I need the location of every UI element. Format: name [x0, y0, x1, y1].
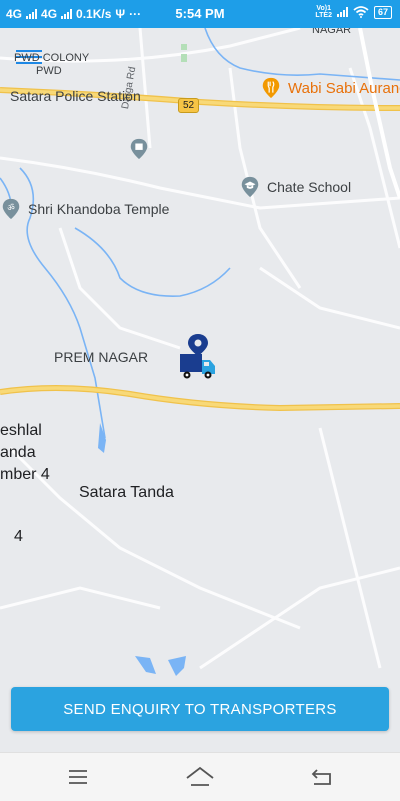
status-right: Vo)1 LTE2 67	[315, 5, 392, 19]
volte-bottom: LTE2	[315, 12, 332, 19]
send-enquiry-button[interactable]: SEND ENQUIRY TO TRANSPORTERS	[11, 687, 389, 731]
poi-school-label: Chate School	[267, 179, 352, 195]
volte-indicator: Vo)1 LTE2	[315, 5, 332, 19]
svg-text:ॐ: ॐ	[7, 202, 15, 212]
volte-top: Vo)1	[316, 5, 331, 12]
map-label-nagar: NAGAR	[312, 28, 352, 36]
poi-temple[interactable]: ॐ Shri Khandoba Temple	[0, 198, 169, 220]
signal-icon	[336, 7, 348, 17]
poi-restaurant-label: Wabi Sabi Auranc	[288, 79, 400, 97]
temple-icon: ॐ	[2, 198, 20, 220]
map-label-prem-nagar: PREM NAGAR	[54, 349, 149, 365]
map-view[interactable]: NAGAR PWD COLONY PWD Darga Rd Satara Pol…	[0, 28, 400, 752]
map-label-satara-police[interactable]: Satara Police Station	[10, 88, 141, 104]
status-bar: 4G 4G 0.1K/s Ψ ··· 5:54 PM Vo)1 LTE2 67	[0, 0, 400, 28]
wifi-icon	[353, 6, 369, 18]
map-label-4: 4	[14, 528, 23, 545]
map-label-eshlal: eshlal	[0, 422, 42, 439]
system-nav-bar	[0, 752, 400, 801]
back-icon[interactable]	[302, 765, 342, 789]
poi-school[interactable]: Chate School	[239, 176, 351, 198]
map-label-mber4: mber 4	[0, 466, 50, 483]
home-icon[interactable]	[180, 765, 220, 789]
map-label-pwd: PWD	[36, 65, 62, 77]
restaurant-icon	[262, 77, 280, 99]
place-icon[interactable]	[128, 138, 150, 160]
truck-location-icon[interactable]	[178, 334, 218, 382]
poi-restaurant[interactable]: Wabi Sabi Auranc	[260, 77, 400, 99]
recents-icon[interactable]	[58, 765, 98, 789]
map-label-pwd-colony: PWD COLONY	[14, 52, 90, 64]
poi-temple-label: Shri Khandoba Temple	[28, 201, 170, 217]
map-base	[0, 28, 400, 676]
school-icon	[241, 176, 259, 198]
map-label-satara-tanda: Satara Tanda	[79, 484, 174, 501]
battery-icon: 67	[373, 5, 392, 19]
map-label-anda: anda	[0, 444, 36, 461]
route-shield: 52	[178, 98, 200, 113]
